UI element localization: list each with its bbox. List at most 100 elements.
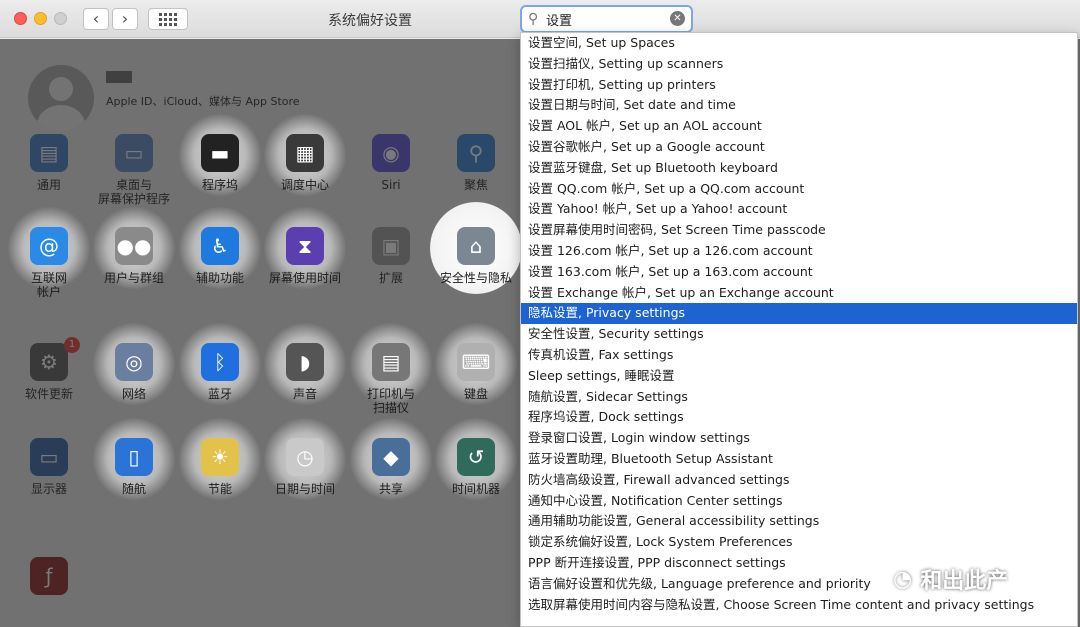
pane-dock[interactable]: ▬ 程序坞 [177,114,263,196]
energy-saver-icon: ☀ [201,438,239,476]
pane-label: 键盘 [463,387,488,401]
pane-label: 随航 [121,482,146,496]
search-result-item[interactable]: 随航设置, Sidecar Settings [521,387,1077,408]
pane-time-machine[interactable]: ↺ 时间机器 [433,418,519,500]
pane-sharing[interactable]: ◆ 共享 [348,418,434,500]
search-results-dropdown: 设置空间, Set up Spaces 设置扫描仪, Setting up sca… [520,32,1078,627]
pane-label: 时间机器 [451,482,500,496]
back-button[interactable]: ‹ [83,8,109,30]
search-result-item[interactable]: 通知中心设置, Notification Center settings [521,491,1077,512]
avatar [28,65,94,131]
search-result-item[interactable]: 设置 163.com 帐户, Set up a 163.com account [521,262,1077,283]
window-title: 系统偏好设置 [328,13,412,29]
pane-internet-accounts[interactable]: @ 互联网 帐户 [6,207,92,299]
users-groups-icon: ●● [115,227,153,265]
pane-label: Siri [381,178,401,192]
pane-network[interactable]: ◎ 网络 [91,323,177,405]
siri-icon: ◉ [372,134,410,172]
wechat-icon: ◔ [893,566,913,592]
pane-label: 通用 [36,178,61,192]
general-icon: ▤ [30,134,68,172]
pane-label: 打印机与 扫描仪 [366,387,415,415]
search-result-item[interactable]: 设置空间, Set up Spaces [521,33,1077,54]
search-result-item[interactable]: 设置 AOL 帐户, Set up an AOL account [521,116,1077,137]
bluetooth-icon: ᛒ [201,343,239,381]
pane-keyboard[interactable]: ⌨ 键盘 [433,323,519,405]
displays-icon: ▭ [30,438,68,476]
search-result-item[interactable]: 传真机设置, Fax settings [521,345,1077,366]
search-result-item[interactable]: 设置 126.com 帐户, Set up a 126.com account [521,241,1077,262]
pane-label: 程序坞 [201,178,238,192]
chevron-right-icon: › [121,9,129,28]
search-result-item[interactable]: 登录窗口设置, Login window settings [521,428,1077,449]
pane-accessibility[interactable]: ♿ 辅助功能 [177,207,263,289]
search-result-item[interactable]: 蓝牙设置助理, Bluetooth Setup Assistant [521,449,1077,470]
apple-id-account[interactable]: Apple ID、iCloud、媒体与 App Store [28,65,300,131]
pane-software-update[interactable]: ⚙ 1 软件更新 [6,337,92,401]
search-result-item[interactable]: 设置屏幕使用时间密码, Set Screen Time passcode [521,220,1077,241]
pane-label: 显示器 [30,482,67,496]
pane-extensions[interactable]: ▣ 扩展 [348,227,434,285]
pane-sidecar[interactable]: ▯ 随航 [91,418,177,500]
pane-label: 辅助功能 [195,271,244,285]
search-result-item[interactable]: 程序坞设置, Dock settings [521,407,1077,428]
pane-label: 用户与群组 [103,271,164,285]
account-subtitle: Apple ID、iCloud、媒体与 App Store [106,95,300,108]
search-result-item[interactable]: 防火墙高级设置, Firewall advanced settings [521,470,1077,491]
system-preferences-window: ‹ › 系统偏好设置 ⚲ ✕ Apple ID、iCloud、媒体与 App S… [0,0,1080,627]
pane-screen-time[interactable]: ⧗ 屏幕使用时间 [262,207,348,289]
pane-energy-saver[interactable]: ☀ 节能 [177,418,263,500]
sharing-icon: ◆ [372,438,410,476]
pane-siri[interactable]: ◉ Siri [348,134,434,192]
search-icon: ⚲ [528,11,539,27]
search-result-item[interactable]: 设置谷歌帐户, Set up a Google account [521,137,1077,158]
flash-player-icon: ƒ [30,557,68,595]
pane-desktop[interactable]: ▭ 桌面与 屏幕保护程序 [91,134,177,206]
screen-time-icon: ⧗ [286,227,324,265]
pane-printers[interactable]: ▤ 打印机与 扫描仪 [348,323,434,415]
search-results-list: 设置空间, Set up Spaces 设置扫描仪, Setting up sca… [521,33,1077,615]
desktop-icon: ▭ [115,134,153,172]
search-result-item[interactable]: 设置 Exchange 帐户, Set up an Exchange accou… [521,283,1077,304]
pane-label: 调度中心 [280,178,329,192]
clear-icon[interactable]: ✕ [670,11,685,26]
search-field[interactable]: ⚲ ✕ [520,5,693,33]
minimize-window-button[interactable] [34,12,47,25]
search-result-item[interactable]: Sleep settings, 睡眠设置 [521,366,1077,387]
pane-bluetooth[interactable]: ᛒ 蓝牙 [177,323,263,405]
show-all-button[interactable] [148,8,188,30]
pane-general[interactable]: ▤ 通用 [6,134,92,192]
pane-users-groups[interactable]: ●● 用户与群组 [91,207,177,289]
pane-flash-player[interactable]: ƒ [6,557,92,595]
sound-icon: ◗ [286,343,324,381]
pane-security-privacy[interactable]: ⌂ 安全性与隐私 [430,202,522,294]
printers-icon: ▤ [372,343,410,381]
search-result-item[interactable]: 通用辅助功能设置, General accessibility settings [521,511,1077,532]
pane-date-time[interactable]: ◷ 日期与时间 [262,418,348,500]
close-window-button[interactable] [14,12,27,25]
pane-spotlight[interactable]: ⚲ 聚焦 [433,134,519,192]
pane-sound[interactable]: ◗ 声音 [262,323,348,405]
search-input[interactable] [546,10,666,28]
search-result-item[interactable]: 设置日期与时间, Set date and time [521,95,1077,116]
pane-displays[interactable]: ▭ 显示器 [6,438,92,496]
date-time-icon: ◷ [286,438,324,476]
mission-control-icon: ▦ [286,134,324,172]
search-result-item[interactable]: 设置蓝牙键盘, Set up Bluetooth keyboard [521,158,1077,179]
search-result-item[interactable]: 锁定系统偏好设置, Lock System Preferences [521,532,1077,553]
forward-button[interactable]: › [112,8,138,30]
internet-accounts-icon: @ [30,227,68,265]
pane-label: 屏幕使用时间 [268,271,341,285]
search-result-item[interactable]: 设置 QQ.com 帐户, Set up a QQ.com account [521,179,1077,200]
watermark: ◔ 和出此产 [893,559,1053,599]
search-result-item[interactable]: 隐私设置, Privacy settings [521,303,1077,325]
zoom-window-button[interactable] [54,12,67,25]
search-result-item[interactable]: 设置打印机, Setting up printers [521,75,1077,96]
pane-mission-control[interactable]: ▦ 调度中心 [262,114,348,196]
account-name-redacted [106,71,132,83]
search-result-item[interactable]: 设置扫描仪, Setting up scanners [521,54,1077,75]
search-result-item[interactable]: 安全性设置, Security settings [521,324,1077,345]
search-result-item[interactable]: 设置 Yahoo! 帐户, Set up a Yahoo! account [521,199,1077,220]
software-update-icon: ⚙ [30,343,68,381]
dock-icon: ▬ [201,134,239,172]
